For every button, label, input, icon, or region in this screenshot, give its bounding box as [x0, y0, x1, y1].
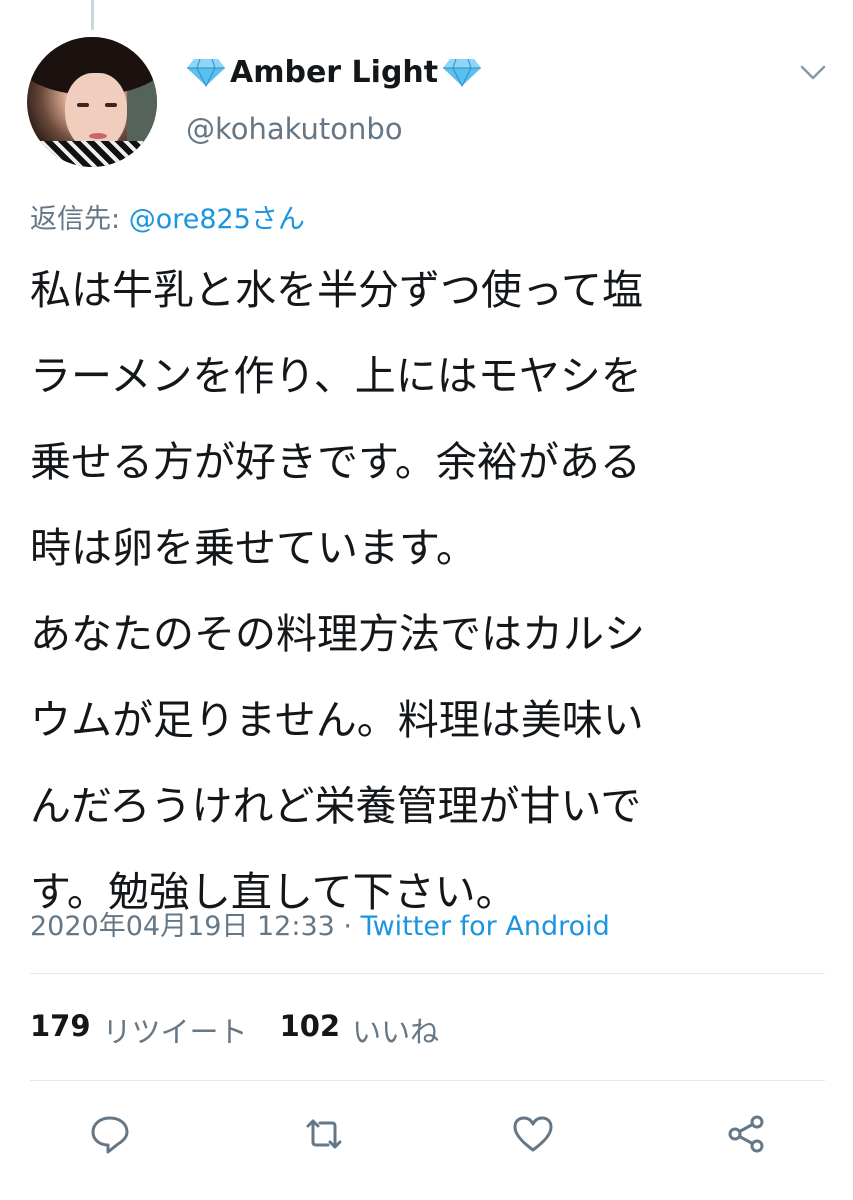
- gem-icon: [187, 58, 225, 87]
- divider: [30, 1080, 825, 1081]
- retweet-icon: [306, 1119, 342, 1149]
- avatar[interactable]: [27, 37, 157, 167]
- chevron-down-icon[interactable]: [798, 60, 828, 84]
- retweets-count: 179: [30, 1009, 91, 1043]
- share-button[interactable]: [722, 1110, 770, 1158]
- display-name-text: Amber Light: [230, 54, 439, 90]
- reply-button[interactable]: [86, 1110, 134, 1158]
- like-button[interactable]: [509, 1110, 557, 1158]
- tweet-text: 私は牛乳と水を半分ずつ使って塩 ラーメンを作り、上にはモヤシを 乗せる方が好きで…: [30, 247, 830, 935]
- source-link[interactable]: Twitter for Android: [361, 911, 610, 942]
- gem-icon: [443, 58, 482, 87]
- tweet-line: 乗せる方が好きです。余裕がある: [30, 438, 641, 486]
- tweet-line: ラーメンを作り、上にはモヤシを: [30, 352, 642, 400]
- tweet-line: ウムが足りません。料理は美味い: [30, 696, 644, 744]
- reply-mention-link[interactable]: @ore825さん: [129, 204, 305, 235]
- tweet-line: んだろうけれど栄養管理が甘いで: [30, 782, 642, 830]
- meta-separator: ·: [334, 911, 361, 942]
- timestamp[interactable]: 2020年04月19日 12:33: [30, 911, 335, 942]
- tweet-line: 時は卵を乗せています。: [30, 524, 477, 572]
- reply-icon: [91, 1116, 129, 1154]
- reply-to: 返信先: @ore825さん: [30, 197, 305, 236]
- retweets-label: リツイート: [102, 1015, 248, 1049]
- tweet-stats: 179 リツイート 102 いいね: [30, 1009, 459, 1051]
- likes-count: 102: [279, 1009, 341, 1043]
- reply-to-prefix: 返信先:: [30, 204, 129, 235]
- retweet-button[interactable]: [300, 1110, 348, 1158]
- thread-line: [91, 0, 94, 30]
- likes-stat[interactable]: 102 いいね: [280, 1009, 440, 1051]
- display-name[interactable]: Amber Light: [186, 52, 482, 92]
- tweet-line: 私は牛乳と水を半分ずつ使って塩: [30, 266, 643, 314]
- tweet-line: あなたのその料理方法ではカルシ: [30, 610, 645, 658]
- like-icon: [513, 1116, 553, 1152]
- likes-label: いいね: [352, 1015, 440, 1049]
- retweets-stat[interactable]: 179 リツイート: [30, 1009, 248, 1051]
- tweet-meta: 2020年04月19日 12:33 · Twitter for Android: [30, 904, 610, 943]
- divider: [30, 973, 825, 974]
- share-icon: [728, 1115, 764, 1153]
- user-handle[interactable]: @kohakutonbo: [186, 112, 403, 146]
